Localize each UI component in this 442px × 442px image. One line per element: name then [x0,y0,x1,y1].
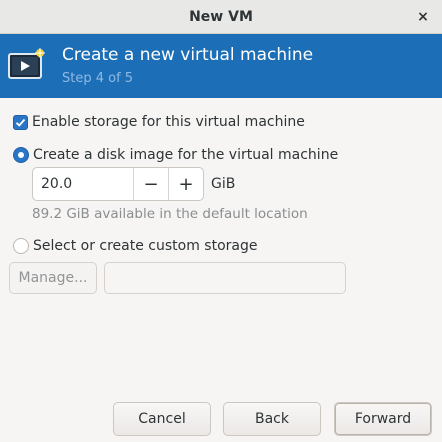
vm-monitor-icon [8,48,45,79]
create-disk-row[interactable]: Create a disk image for the virtual mach… [13,147,338,163]
close-icon[interactable]: × [414,8,432,26]
wizard-step: Step 4 of 5 [62,71,134,86]
decrement-button[interactable]: − [134,168,168,200]
back-button[interactable]: Back [223,402,321,436]
checkmark-icon [15,118,26,127]
wizard-header: Create a new virtual machine Step 4 of 5 [0,34,442,98]
cancel-button[interactable]: Cancel [113,402,211,436]
custom-storage-label: Select or create custom storage [33,238,258,254]
disk-size-spinbutton[interactable]: 20.0 − + [32,167,204,201]
enable-storage-label: Enable storage for this virtual machine [32,114,305,130]
enable-storage-checkbox[interactable] [13,114,28,130]
available-space-hint: 89.2 GiB available in the default locati… [32,206,308,222]
window-title: New VM [189,9,253,25]
disk-size-input[interactable]: 20.0 [33,168,134,200]
create-disk-radio[interactable] [13,147,29,163]
enable-storage-row[interactable]: Enable storage for this virtual machine [13,114,305,130]
disk-size-unit: GiB [211,176,236,192]
title-bar: New VM × [0,0,442,34]
increment-button[interactable]: + [168,168,203,200]
forward-button[interactable]: Forward [334,402,432,436]
custom-storage-radio[interactable] [13,238,29,254]
custom-storage-row[interactable]: Select or create custom storage [13,238,258,254]
manage-button[interactable]: Manage... [9,262,97,294]
custom-storage-path-field[interactable] [104,262,346,294]
wizard-heading: Create a new virtual machine [62,45,314,65]
create-disk-label: Create a disk image for the virtual mach… [33,147,339,163]
